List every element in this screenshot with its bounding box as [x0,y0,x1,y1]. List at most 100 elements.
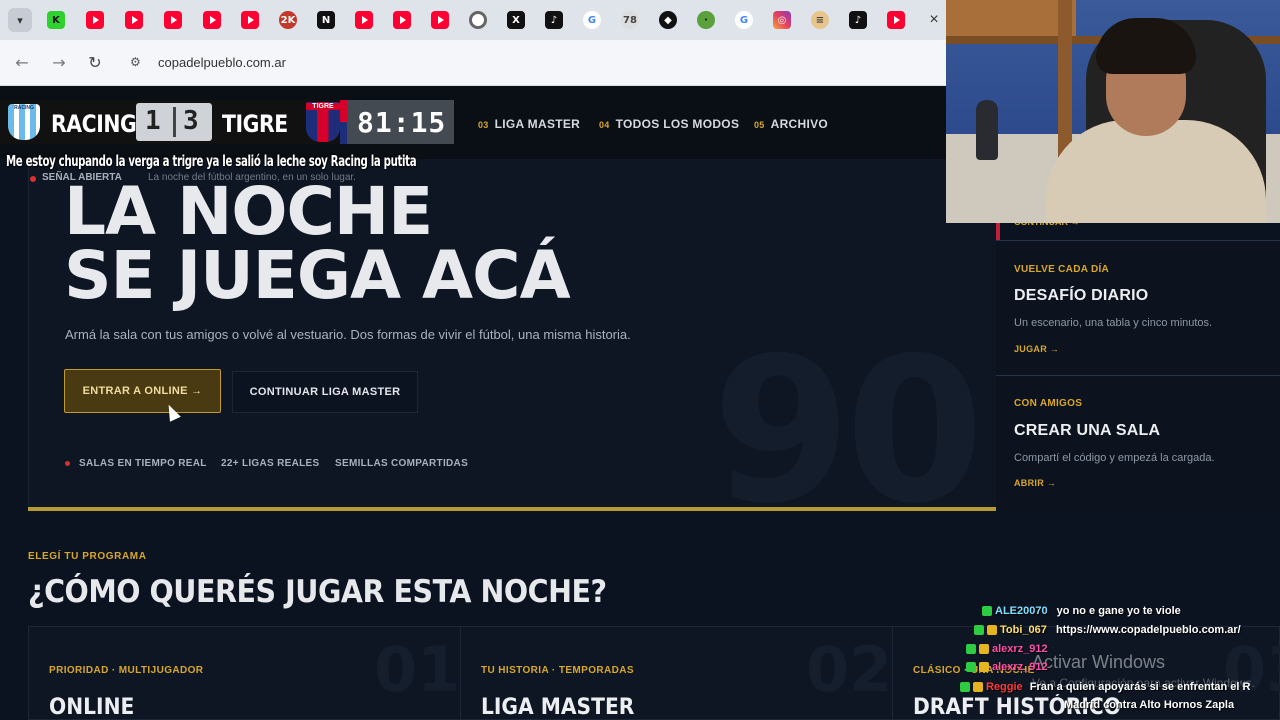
youtube-tab-icon[interactable] [241,11,259,29]
youtube-tab-icon[interactable] [86,11,104,29]
tab-search-chevron-icon[interactable]: ▾ [8,8,32,32]
burger-tab-icon[interactable]: ≡ [811,11,829,29]
youtube-tab-icon[interactable] [887,11,905,29]
away-team-name: TIGRE [222,110,288,138]
chat-text: https://www.copadelpueblo.com.ar/ [1055,624,1241,636]
chrome-tab-icon[interactable] [469,11,487,29]
hero-title-line-2: SE JUEGA ACÁ [64,237,571,314]
mode-card-online[interactable]: 01 PRIORIDAD · MULTIJUGADOR ONLINE [28,626,461,720]
streamer-hoodie [1046,120,1266,223]
home-score: 1 [145,106,161,136]
site-info-icon[interactable]: ⚙ [130,55,146,71]
url-text[interactable]: copadelpueblo.com.ar [158,55,286,70]
nav-item-label: LIGA MASTER [494,117,581,131]
card-description: Un escenario, una tabla y cinco minutos. [1014,317,1213,329]
section-eyebrow: ELEGÍ TU PROGRAMA [28,551,147,562]
screen: ▾ K 2K N X ♪ G 78 ◆ · G ◎ ≡ ♪ × ← → ↻ ⚙ … [0,0,1280,720]
trophy-figure [976,100,998,160]
match-clock: 81:15 [357,106,447,139]
google-tab-icon[interactable]: G [583,11,601,29]
nav-item-todos-los-modos[interactable]: 04 TODOS LOS MODOS [599,117,739,131]
nav-item-number: 04 [599,120,610,130]
crown-badge-icon [979,662,989,673]
tab-close-icon[interactable]: × [926,12,942,28]
section-title: ¿CÓMO QUERÉS JUGAR ESTA NOCHE? [28,574,607,610]
play-link[interactable]: JUGAR → [1014,344,1059,354]
reload-button[interactable]: ↻ [85,53,105,73]
chat-message: alexrz_912 [966,643,1048,655]
mode-number: 02 [806,633,893,706]
card-eyebrow: VUELVE CADA DÍA [1014,264,1110,275]
crown-badge-icon [979,644,989,655]
create-room-card[interactable]: CON AMIGOS CREAR UNA SALA Compartí el có… [996,375,1280,510]
shelf [946,0,1076,40]
nav-item-number: 03 [478,120,489,130]
chat-message: alexrz_912 [966,661,1048,673]
hero-title: LA NOCHE SE JUEGA ACÁ [64,173,571,314]
x-tab-icon[interactable]: X [507,11,525,29]
kick-badge-icon [974,625,984,636]
daily-challenge-card[interactable]: VUELVE CADA DÍA DESAFÍO DIARIO Un escena… [996,240,1280,375]
crest-label: RACING [14,105,34,111]
browser-tabstrip: ▾ K 2K N X ♪ G 78 ◆ · G ◎ ≡ ♪ × [0,0,946,40]
webcam-feed [946,0,1280,223]
omnibox[interactable]: ⚙ copadelpueblo.com.ar [120,47,940,79]
feature-realtime-rooms: SALAS EN TIEMPO REAL [79,458,207,469]
nav-item-archivo[interactable]: 05 ARCHIVO [754,117,828,131]
youtube-tab-icon[interactable] [355,11,373,29]
card-title: DESAFÍO DIARIO [1014,287,1149,304]
crest-label: TIGRE [306,103,340,110]
tigre-crest-icon: TIGRE [306,102,340,142]
tiktok-tab-icon[interactable]: ♪ [545,11,563,29]
card-description: Compartí el código y empezá la cargada. [1014,452,1215,464]
2k-tab-icon[interactable]: 2K [279,11,297,29]
nav-item-label: TODOS LOS MODOS [615,117,740,131]
back-button[interactable]: ← [12,53,32,73]
shield-tab-icon[interactable]: ◆ [659,11,677,29]
instagram-tab-icon[interactable]: ◎ [773,11,791,29]
scoreboard-overlay: RACING RACING 1 3 TIGRE TIGRE 81:15 [0,100,454,144]
chat-username: alexrz_912 [992,661,1048,673]
card-eyebrow: CON AMIGOS [1014,398,1083,409]
address-bar: ← → ↻ ⚙ copadelpueblo.com.ar [0,40,946,86]
youtube-tab-icon[interactable] [203,11,221,29]
feature-shared-seeds: SEMILLAS COMPARTIDAS [335,458,469,469]
hero-title-line-1: LA NOCHE [64,173,433,250]
nba-tab-icon[interactable]: N [317,11,335,29]
stream-caption: Me estoy chupando la verga a trigre ya l… [6,152,417,170]
chat-text: yo no e gane yo te viole [1056,605,1181,617]
mode-card-liga-master[interactable]: 02 TU HISTORIA · TEMPORADAS LIGA MASTER [460,626,893,720]
mode-title: LIGA MASTER [481,695,635,720]
away-score: 3 [183,106,199,136]
seventy-eight-tab-icon[interactable]: 78 [621,11,639,29]
feature-real-leagues: 22+ LIGAS REALES [221,458,320,469]
card-accent [996,223,1000,240]
pepe-tab-icon[interactable]: · [697,11,715,29]
card-title: CREAR UNA SALA [1014,422,1161,439]
kick-tab-icon[interactable]: K [47,11,65,29]
youtube-tab-icon[interactable] [393,11,411,29]
tiktok-tab-icon[interactable]: ♪ [849,11,867,29]
continue-liga-master-button[interactable]: CONTINUAR LIGA MASTER [232,371,418,413]
mode-eyebrow: PRIORIDAD · MULTIJUGADOR [49,665,204,676]
google-tab-icon[interactable]: G [735,11,753,29]
enter-online-button[interactable]: ENTRAR A ONLINE → [64,369,221,413]
open-link[interactable]: ABRIR → [1014,478,1056,488]
match-clock-box: 81:15 [347,100,454,144]
hero-divider [28,507,996,511]
youtube-tab-icon[interactable] [164,11,182,29]
chat-username: alexrz_912 [992,643,1048,655]
kick-badge-icon [966,662,976,673]
forward-button[interactable]: → [49,53,69,73]
kick-badge-icon [982,606,992,617]
hero-ghost-number: 90 [712,315,984,548]
nav-item-number: 05 [754,120,765,130]
nav-item-liga-master[interactable]: 03 LIGA MASTER [478,117,580,131]
score-box: 1 3 [136,103,212,141]
kick-badge-icon [960,682,970,693]
chat-username: ALE20070 [995,605,1048,617]
youtube-tab-icon[interactable] [431,11,449,29]
chat-text: Madrid contra Alto Hornos Zapla [1064,699,1235,711]
chat-text: Fran a quien apoyarás si se enfrentan el… [1029,681,1251,693]
youtube-tab-icon[interactable] [125,11,143,29]
